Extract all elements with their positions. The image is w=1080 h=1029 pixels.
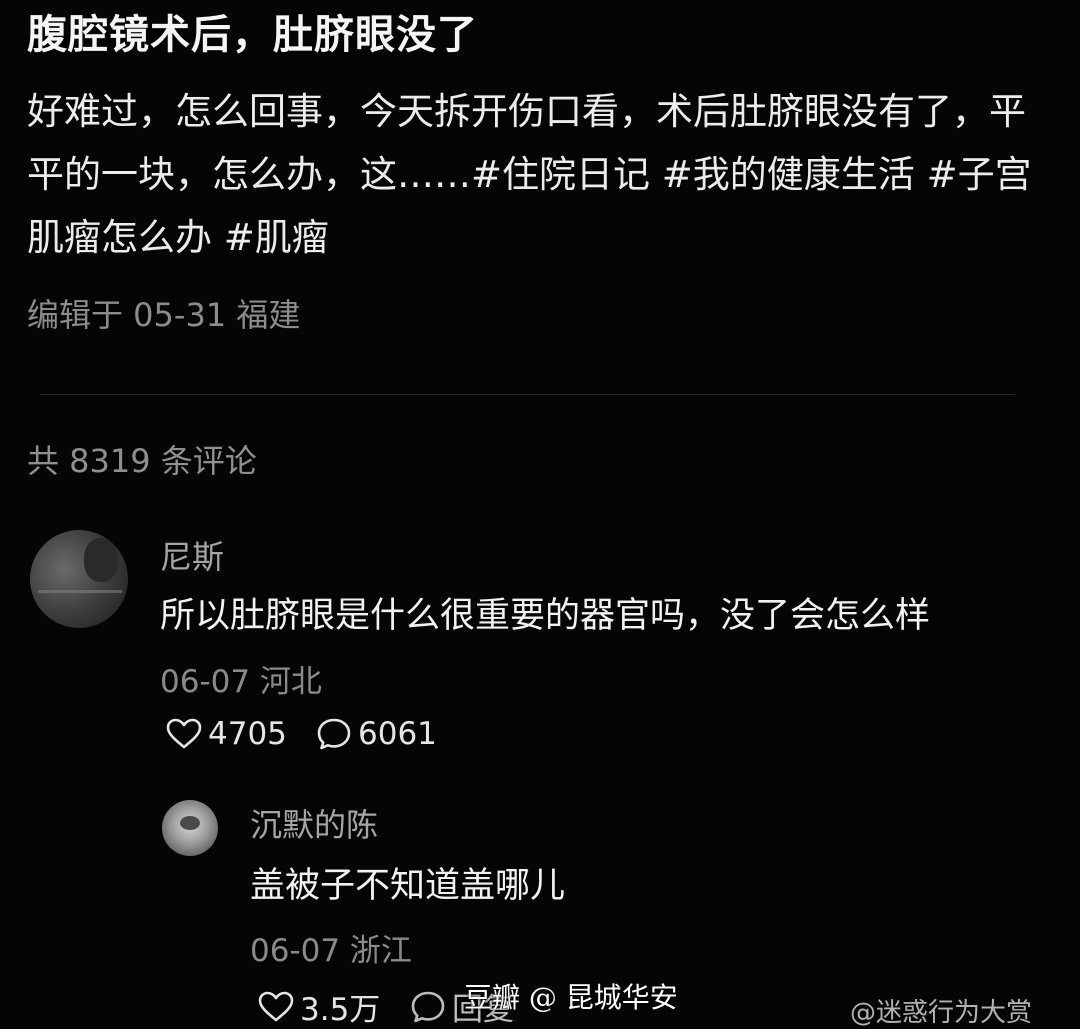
like-count: 4705 xyxy=(208,716,287,752)
speech-bubble-icon xyxy=(411,991,445,1022)
like-button[interactable]: 4705 xyxy=(166,716,287,752)
avatar[interactable] xyxy=(30,530,128,628)
reply-button[interactable]: 6061 xyxy=(316,716,437,752)
hashtag-link[interactable]: #肌瘤 xyxy=(224,216,329,259)
comment-text: 盖被子不知道盖哪儿 xyxy=(250,866,566,906)
comment-author-name[interactable]: 沉默的陈 xyxy=(250,800,378,846)
watermark: 豆瓣 @ 昆城华安 xyxy=(464,981,678,1014)
post-title: 腹腔镜术后，肚脐眼没了 xyxy=(27,12,478,58)
post-edit-info: 编辑于 05-31 福建 xyxy=(27,296,301,334)
heart-outline-icon xyxy=(166,718,202,749)
comment-meta: 06-07 浙江 xyxy=(250,933,412,969)
comment-author-name[interactable]: 尼斯 xyxy=(160,532,224,578)
avatar-caption xyxy=(38,590,122,593)
watermark-secondary: @迷惑行为大赏 xyxy=(850,998,1033,1028)
reply-count: 6061 xyxy=(358,716,437,752)
like-button[interactable]: 3.5万 xyxy=(258,984,380,1029)
avatar[interactable] xyxy=(162,800,218,856)
post-body: 好难过，怎么回事，今天拆开伤口看，术后肚脐眼没有了，平平的一块，怎么办，这……#… xyxy=(27,80,1047,269)
avatar-detail xyxy=(180,816,200,830)
comment-text: 所以肚脐眼是什么很重要的器官吗，没了会怎么样 xyxy=(160,596,931,636)
comment-count: 共 8319 条评论 xyxy=(27,442,257,480)
hashtag-link[interactable]: #住院日记 xyxy=(471,153,650,196)
avatar-face xyxy=(84,538,118,582)
comment-meta: 06-07 河北 xyxy=(160,664,322,700)
like-count: 3.5万 xyxy=(300,992,381,1028)
divider xyxy=(40,394,1015,395)
hashtag-link[interactable]: #我的健康生活 xyxy=(662,153,915,196)
speech-bubble-icon xyxy=(317,718,351,750)
